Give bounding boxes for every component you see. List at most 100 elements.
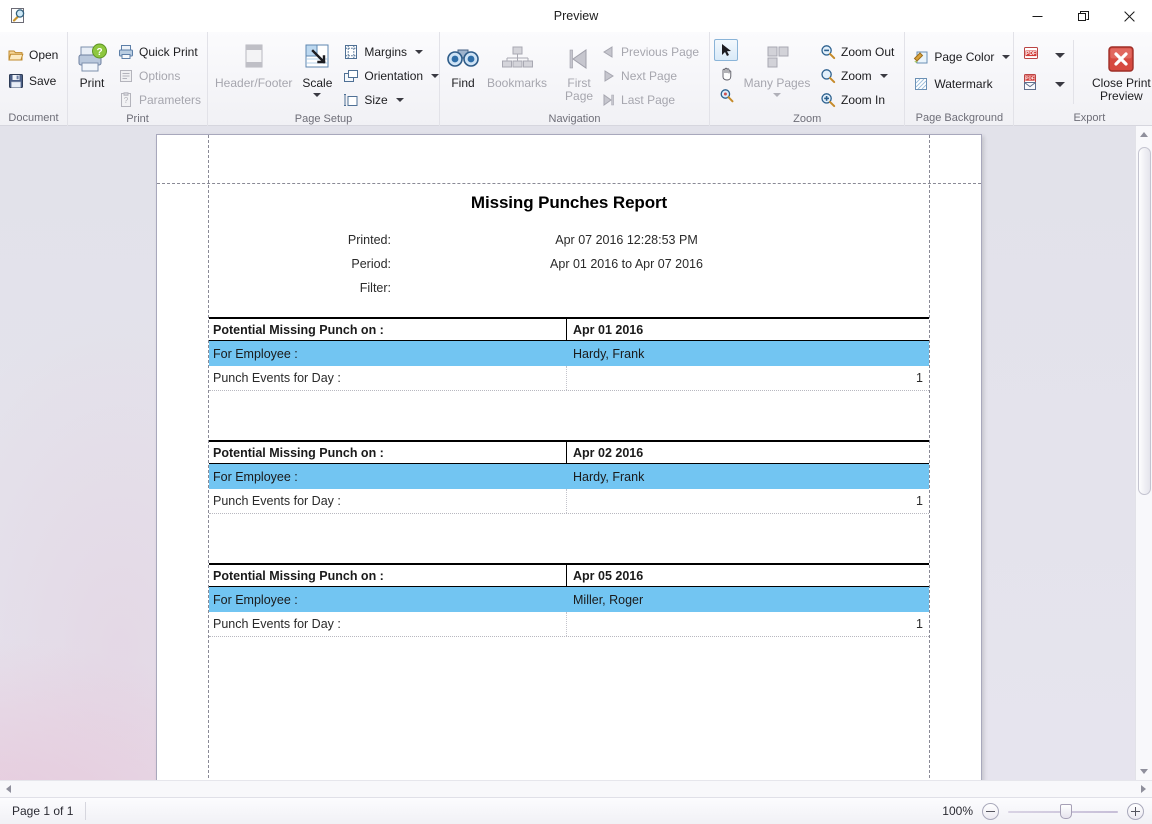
value-employee-name: Miller, Roger [573,592,644,607]
scroll-down-button[interactable] [1136,763,1152,780]
folder-open-icon [8,50,24,60]
minimize-button[interactable] [1014,0,1060,32]
report-group: Potential Missing Punch on : Apr 01 2016… [209,317,929,415]
pdf-export-dropdown-caret[interactable] [1055,53,1066,58]
scroll-left-button[interactable] [0,781,17,798]
zoom-icon [821,68,836,83]
previous-page-button[interactable]: Previous Page [598,40,705,63]
bookmarks-label: Bookmarks [487,76,548,90]
header-footer-button[interactable]: Header/Footer [212,38,295,106]
vertical-scrollbar[interactable] [1135,126,1152,780]
hand-icon [722,67,731,80]
preview-canvas-area: Missing Punches Report Printed: Apr 07 2… [0,126,1152,780]
quick-print-button[interactable]: Quick Print [114,40,207,63]
vertical-scroll-thumb[interactable] [1137,147,1151,495]
print-label: Print [79,76,105,90]
label-punch-events: Punch Events for Day : [209,366,567,390]
page-color-dropdown-caret[interactable] [1002,54,1011,59]
find-button[interactable]: Find [444,38,482,106]
many-pages-icon [761,42,793,76]
save-label: Save [29,73,57,88]
hand-tool-button[interactable] [714,63,738,83]
scroll-up-button[interactable] [1136,126,1152,143]
close-print-preview-button[interactable]: Close Print Preview [1082,38,1152,107]
scroll-right-button[interactable] [1135,781,1152,798]
group-title-zoom: Zoom [793,113,822,125]
many-pages-button[interactable]: Many Pages [740,38,814,106]
open-label: Open [29,47,59,62]
zoom-controls: 100% [942,802,1144,820]
next-page-button[interactable]: Next Page [598,64,705,87]
pointer-tool-button[interactable] [714,39,738,61]
zoom-out-stepper[interactable] [982,802,999,820]
orientation-dropdown-caret[interactable] [431,73,440,78]
zoom-out-button[interactable]: Zoom Out [816,40,900,63]
report-title: Missing Punches Report [470,193,668,212]
margins-button[interactable]: Margins [339,40,445,63]
printer-icon: ? [75,42,109,76]
floppy-disk-icon [9,73,23,88]
value-punch-events: 1 [916,494,923,508]
next-page-label: Next Page [621,68,678,83]
scale-dropdown-caret[interactable] [313,93,322,97]
magnifier-tool-button[interactable] [714,85,738,105]
quick-print-label: Quick Print [139,44,198,59]
scale-button[interactable]: Scale [297,38,337,106]
maximize-restore-button[interactable] [1060,0,1106,32]
horizontal-scroll-track[interactable] [17,781,1135,798]
zoom-in-icon [821,92,836,107]
many-pages-dropdown-caret[interactable] [773,93,781,97]
pdf-email-icon[interactable]: PDF [1022,73,1040,96]
size-label: Size [364,92,388,107]
group-title-navigation: Navigation [548,113,601,125]
report-group: Potential Missing Punch on : Apr 05 2016… [209,563,929,637]
zoom-slider-thumb[interactable] [1060,803,1072,819]
preview-magnifier-icon [3,1,33,31]
page-color-button[interactable]: Page Color [909,45,1016,68]
report-meta: Printed: Apr 07 2016 12:28:53 PM Period:… [209,228,929,300]
print-button[interactable]: ? Print [72,38,112,106]
page-size-icon [344,93,358,106]
options-button[interactable]: Options [114,64,207,87]
horizontal-scrollbar[interactable] [0,780,1152,797]
open-button[interactable]: Open [4,43,64,66]
meta-row-filter: Filter: [209,276,929,300]
report-groups: Potential Missing Punch on : Apr 01 2016… [209,317,929,637]
zoom-slider[interactable] [1008,803,1118,820]
header-footer-label: Header/Footer [215,76,293,90]
table-row-punch-date: Potential Missing Punch on : Apr 05 2016 [209,563,929,587]
parameters-button[interactable]: ? Parameters [114,88,207,111]
zoom-in-label: Zoom In [841,92,886,107]
zoom-dropdown-caret[interactable] [879,73,888,78]
save-button[interactable]: Save [4,69,62,92]
value-punch-events: 1 [916,371,923,385]
size-dropdown-caret[interactable] [395,97,404,102]
orientation-button[interactable]: Orientation [339,64,445,87]
first-page-icon [565,42,593,76]
zoom-in-stepper[interactable] [1127,802,1144,820]
last-page-button[interactable]: Last Page [598,88,705,111]
pdf-export-icon[interactable]: PDF [1022,44,1040,67]
zoom-in-button[interactable]: Zoom In [816,88,900,111]
label-punch-events: Punch Events for Day : [209,612,567,636]
size-button[interactable]: Size [339,88,445,111]
first-page-button[interactable]: First Page [562,38,596,107]
zoom-label: Zoom [841,68,872,83]
close-button[interactable] [1106,0,1152,32]
vertical-scroll-track[interactable] [1136,143,1152,763]
status-bar: Page 1 of 1 100% [0,797,1152,824]
bookmarks-button[interactable]: Bookmarks [484,38,550,106]
meta-value-printed: Apr 07 2016 12:28:53 PM [555,233,698,247]
preview-canvas[interactable]: Missing Punches Report Printed: Apr 07 2… [0,126,1135,780]
zoom-button[interactable]: Zoom [816,64,900,87]
watermark-button[interactable]: Watermark [909,72,998,95]
label-punch-on: Potential Missing Punch on : [209,442,567,463]
group-title-print: Print [126,113,149,125]
margins-dropdown-caret[interactable] [415,49,424,54]
pdf-email-dropdown-caret[interactable] [1055,82,1066,87]
group-title-document: Document [8,112,59,124]
label-punch-on: Potential Missing Punch on : [209,319,567,340]
table-row-punch-date: Potential Missing Punch on : Apr 02 2016 [209,440,929,464]
